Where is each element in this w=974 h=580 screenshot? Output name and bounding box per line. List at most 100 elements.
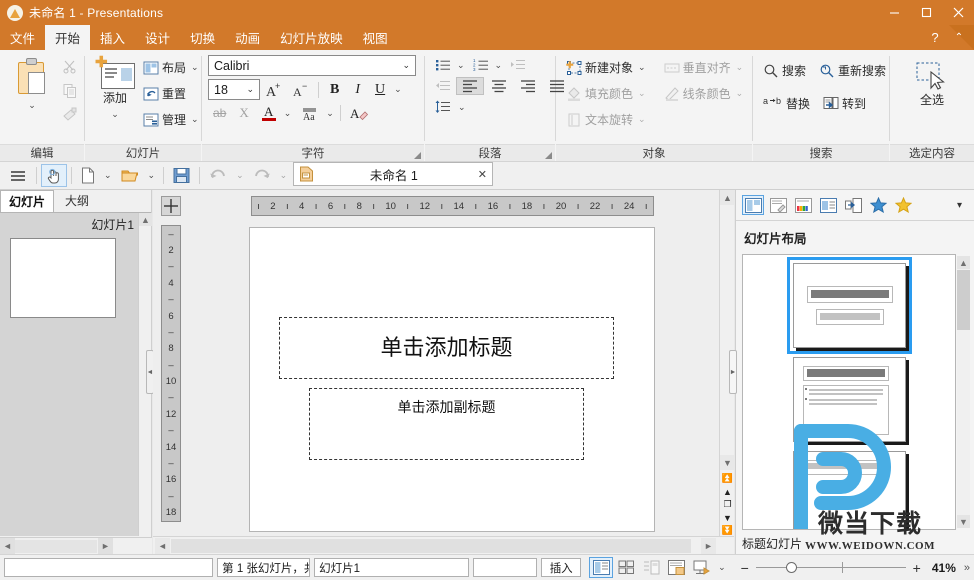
manage-slide-chevron-down-icon[interactable]: ⌄ — [189, 114, 201, 125]
zoom-in-button[interactable]: + — [910, 560, 924, 576]
new-document-button[interactable] — [76, 164, 100, 187]
demote-button[interactable] — [506, 56, 530, 74]
minimize-button[interactable] — [878, 0, 910, 25]
sidebar-dropdown-chevron-down-icon[interactable]: ▾ — [951, 200, 968, 211]
editor-scroll-down-arrow[interactable]: ▼ — [720, 455, 735, 470]
layouts-list[interactable] — [742, 254, 956, 530]
new-document-chevron-down-icon[interactable]: ⌄ — [100, 170, 116, 181]
maximize-button[interactable] — [910, 0, 942, 25]
format-painter-button[interactable] — [58, 104, 82, 126]
new-object-chevron-down-icon[interactable]: ⌄ — [636, 62, 648, 73]
title-slide-layout[interactable] — [786, 257, 912, 354]
insert-mode-field[interactable]: 插入 — [541, 558, 582, 577]
tab-outline[interactable]: 大纲 — [54, 190, 100, 212]
collapse-ribbon-icon[interactable]: ⌃ — [948, 27, 970, 48]
promote-button[interactable] — [431, 77, 455, 95]
vertical-ruler[interactable]: – 2 – 4 – 6 – 8 – 10 – 12 – 14 – 16 – 18 — [161, 225, 181, 522]
slide-counter-field[interactable]: 第 1 张幻灯片，共 1 — [217, 558, 311, 577]
editor-scroll-right-arrow[interactable]: ► — [701, 538, 716, 554]
copy-button[interactable] — [58, 80, 82, 102]
tab-home[interactable]: 开始 — [45, 25, 91, 50]
shrink-font-button[interactable]: A − — [288, 80, 314, 100]
slide-thumbnail-1[interactable] — [10, 238, 116, 318]
paste-dropdown[interactable]: ⌄ — [28, 100, 36, 111]
slide-layout-chevron-down-icon[interactable]: ⌄ — [189, 62, 201, 73]
slide-master-icon[interactable] — [767, 195, 789, 215]
vertical-align-button[interactable]: 垂直对齐 ⌄ — [660, 56, 750, 79]
strikethrough-button[interactable]: ab — [208, 104, 231, 122]
slides-scroll-right-arrow[interactable]: ► — [98, 538, 113, 554]
manage-slide-button[interactable]: 管理 ⌄ — [139, 108, 205, 131]
new-object-button[interactable]: ✚ 新建对象 ⌄ — [562, 56, 652, 79]
close-button[interactable] — [942, 0, 974, 25]
normal-view-button[interactable] — [589, 557, 614, 578]
layouts-vscrollbar[interactable]: ▲ ▼ — [957, 256, 970, 528]
slide-layout-button[interactable]: 布局 ⌄ — [139, 56, 205, 79]
status-overflow-icon[interactable]: » — [960, 562, 970, 574]
align-right-button[interactable] — [514, 77, 542, 95]
star-blue-icon[interactable] — [867, 195, 889, 215]
custom-animation-icon[interactable] — [842, 195, 864, 215]
font-color-button[interactable]: A — [257, 103, 281, 123]
cut-button[interactable] — [58, 56, 82, 78]
line-color-chevron-down-icon[interactable]: ⌄ — [734, 88, 746, 99]
layouts-vscroll-thumb[interactable] — [957, 270, 970, 330]
slide-layouts-icon[interactable] — [742, 195, 764, 215]
bullet-list-chevron-down-icon[interactable]: ⌄ — [455, 60, 467, 71]
open-document-button[interactable] — [116, 165, 144, 187]
ruler-origin-icon[interactable] — [161, 196, 181, 216]
slide-design-icon[interactable] — [817, 195, 839, 215]
text-rotation-chevron-down-icon[interactable]: ⌄ — [636, 114, 648, 125]
search-button[interactable]: 搜索 — [759, 59, 810, 82]
redo-chevron-down-icon[interactable]: ⌄ — [276, 170, 292, 181]
zoom-slider-knob[interactable] — [785, 562, 797, 573]
tab-design[interactable]: 设计 — [135, 25, 180, 50]
underline-button[interactable]: U — [369, 80, 391, 100]
outline-view-button[interactable] — [639, 557, 663, 578]
highlight-button[interactable]: A — [345, 103, 375, 123]
paste-button[interactable] — [8, 54, 56, 100]
grow-font-button[interactable]: A + — [261, 80, 287, 100]
numbered-list-chevron-down-icon[interactable]: ⌄ — [493, 60, 505, 71]
zoom-out-button[interactable]: − — [738, 560, 752, 576]
clear-formatting-button[interactable]: X — [232, 103, 255, 123]
horizontal-ruler[interactable]: ı 2 ı 4 ı 6 ı 8 ı 10 ı 12 ı 14 ı 16 ı 18 ı 20 ı 22 ı 24 ı — [251, 196, 654, 216]
tab-slides[interactable]: 幻灯片 — [0, 190, 55, 212]
editor-scroll-up-arrow[interactable]: ▲ — [720, 190, 735, 205]
font-size-chevron-down-icon[interactable]: ⌄ — [243, 84, 257, 95]
reset-slide-button[interactable]: 重置 — [139, 82, 205, 105]
slides-scroll-up-arrow[interactable]: ▲ — [139, 213, 152, 226]
replace-button[interactable]: ab 替换 — [759, 90, 814, 116]
tab-animation[interactable]: 动画 — [225, 25, 270, 50]
touch-mode-button[interactable] — [41, 164, 67, 187]
numbered-list-button[interactable]: 123 — [469, 56, 493, 74]
character-dialog-launcher[interactable] — [414, 152, 421, 159]
font-size-combo[interactable]: 18 ⌄ — [208, 79, 260, 100]
zoom-level-label[interactable]: 41% — [928, 561, 956, 575]
change-case-button[interactable]: Aa — [297, 103, 323, 123]
slides-panel-hscrollbar[interactable]: ◄ ► — [0, 537, 152, 554]
tab-insert[interactable]: 插入 — [90, 25, 135, 50]
tab-view[interactable]: 视图 — [353, 25, 398, 50]
open-document-chevron-down-icon[interactable]: ⌄ — [144, 170, 160, 181]
star-gold-icon[interactable] — [892, 195, 914, 215]
slides-hscroll-thumb[interactable] — [15, 540, 97, 553]
editor-hscrollbar[interactable]: ◄ ► — [153, 536, 734, 554]
layouts-scroll-up-arrow[interactable]: ▲ — [957, 256, 970, 269]
help-icon[interactable]: ? — [924, 27, 946, 48]
bold-button[interactable]: B — [323, 80, 346, 100]
editor-hscroll-thumb[interactable] — [171, 539, 691, 553]
first-slide-button[interactable]: ⏫ — [721, 472, 734, 485]
change-case-chevron-down-icon[interactable]: ⌄ — [324, 108, 336, 119]
font-color-chevron-down-icon[interactable]: ⌄ — [282, 108, 294, 119]
bullet-list-button[interactable] — [431, 56, 455, 74]
right-panel-splitter[interactable]: ► — [729, 350, 737, 394]
paragraph-dialog-launcher[interactable] — [545, 152, 552, 159]
slides-scroll-left-arrow[interactable]: ◄ — [0, 538, 15, 554]
tab-file[interactable]: 文件 — [0, 25, 45, 50]
tab-slideshow[interactable]: 幻灯片放映 — [270, 25, 353, 50]
subtitle-placeholder[interactable]: 单击添加副标题 — [309, 388, 584, 460]
view-dropdown-chevron-down-icon[interactable]: ⌄ — [714, 562, 730, 573]
line-spacing-chevron-down-icon[interactable]: ⌄ — [456, 102, 468, 113]
align-center-button[interactable] — [485, 77, 513, 95]
